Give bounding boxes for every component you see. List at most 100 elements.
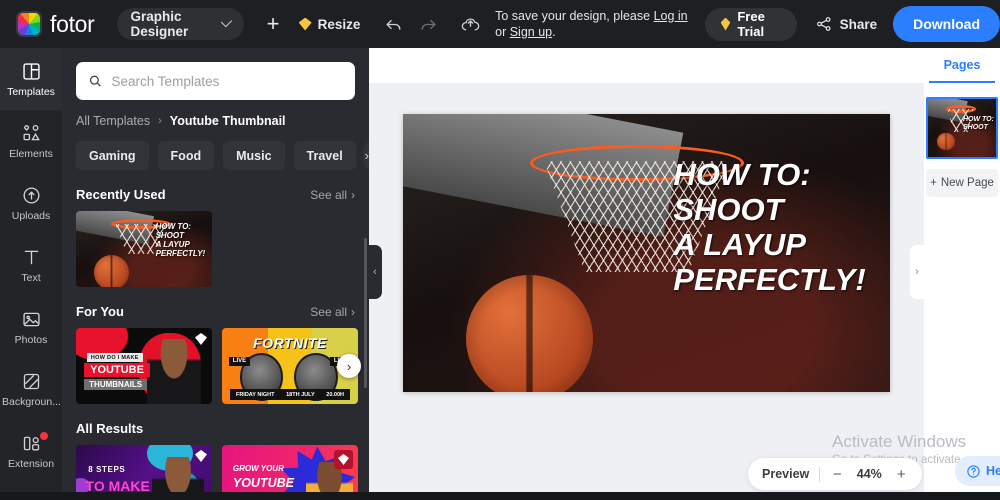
panel-scrollbar[interactable] [364,238,367,388]
design-line-2: SHOOT [673,192,784,228]
section-header-for-you: For You See all › [76,304,355,319]
signup-link[interactable]: Sign up [510,25,552,39]
free-trial-label: Free Trial [737,9,765,39]
help-circle-icon [967,464,980,478]
fotor-wordmark: fotor [50,10,95,37]
collapse-right-panel-button[interactable]: › [910,245,924,299]
design-line-1: HOW TO: [673,157,811,193]
preview-button[interactable]: Preview [762,467,809,481]
sidebar-item-text[interactable]: Text [0,234,62,296]
pages-panel: Pages HOW TO: SHOOT + New Page [924,48,1000,500]
section-header-all-results: All Results [76,421,355,436]
canvas-top-strip [369,48,1000,83]
page-thumbnail-text: HOW TO: SHOOT [962,116,994,132]
sidebar-item-photos[interactable]: Photos [0,296,62,358]
save-notice-mid: or [495,25,510,39]
background-icon [21,370,42,392]
redo-icon [421,19,436,30]
design-line-4: PERFECTLY! [673,261,866,297]
chip-gaming[interactable]: Gaming [76,141,149,170]
share-icon [816,17,831,31]
shapes-icon [21,122,42,144]
section-title-all-results: All Results [76,421,144,436]
sidebar-item-elements[interactable]: Elements [0,110,62,172]
template-card-layup-text: HOW TO: SHOOT A LAYUP PERFECTLY! [155,222,206,259]
for-you-next-arrow-icon[interactable]: › [337,354,361,378]
chevron-right-icon: › [158,115,162,127]
sidebar-label-photos: Photos [14,334,48,346]
divider [819,466,821,482]
resize-button[interactable]: Resize [298,4,360,44]
upload-cloud-icon [21,184,42,206]
zoom-level-value: 44% [856,467,882,481]
search-templates-box[interactable] [76,62,355,100]
sidebar-item-templates[interactable]: Templates [0,48,62,110]
template-card-youtube-thumbnails[interactable]: HOW DO I MAKE YOUTUBE THUMBNAILS [76,328,212,404]
plus-icon: + [266,11,280,36]
card-footer: FRIDAY NIGHT 18TH JULY 20.00H [230,389,350,401]
live-badge-left: LIVE [228,356,251,366]
sidebar-label-elements: Elements [9,148,53,160]
top-toolbar: fotor Graphic Designer + Resize To save … [0,0,1000,48]
template-card-layup[interactable]: HOW TO: SHOOT A LAYUP PERFECTLY! [76,211,212,287]
redo-button[interactable] [418,4,440,44]
login-link[interactable]: Log in [654,9,688,23]
premium-diamond-icon [334,450,353,469]
undo-button[interactable] [382,4,404,44]
save-notice-suffix: . [552,25,556,39]
download-label: Download [913,16,980,32]
page-thumbnail-1[interactable]: HOW TO: SHOOT [926,97,998,159]
help-button[interactable]: Help [955,456,1000,486]
breadcrumb-current: Youtube Thumbnail [169,114,286,128]
chip-travel[interactable]: Travel [293,141,356,170]
mode-selector[interactable]: Graphic Designer [116,8,244,40]
fotor-logo[interactable]: fotor [16,11,95,38]
undo-icon [386,19,401,30]
save-design-notice: To save your design, please Log in or Si… [495,8,693,40]
see-all-label: See all [310,187,347,202]
sidebar-label-background: Backgroun... [2,396,60,408]
chip-food[interactable]: Food [157,141,215,170]
free-trial-button[interactable]: Free Trial [704,7,797,41]
see-all-for-you[interactable]: See all › [310,305,355,319]
tab-pages[interactable]: Pages [929,48,995,83]
chip-music[interactable]: Music [223,141,285,170]
templates-panel: All Templates › Youtube Thumbnail Gaming… [62,48,369,500]
card-line-1: GROW YOUR [232,464,284,473]
see-all-recently-used[interactable]: See all › [310,188,355,202]
for-you-row: HOW DO I MAKE YOUTUBE THUMBNAILS FORTNIT… [76,328,369,404]
card-line-2: YOUTUBE [84,362,150,377]
sidebar-label-uploads: Uploads [11,210,51,222]
breadcrumb: All Templates › Youtube Thumbnail [76,114,355,128]
search-input[interactable] [111,73,343,89]
sidebar-item-uploads[interactable]: Uploads [0,172,62,234]
share-button[interactable]: Share [815,15,878,33]
sidebar-label-extension: Extension [7,458,55,470]
search-icon [89,75,101,87]
sidebar-item-extension[interactable]: Extension [0,420,62,482]
save-notice-prefix: To save your design, please [495,9,654,23]
sidebar-label-templates: Templates [7,86,55,98]
add-page-button[interactable]: + [262,4,285,44]
zoom-in-button[interactable]: + [894,466,908,483]
share-label: Share [839,16,878,32]
card-title: FORTNITE [253,334,327,351]
chips-next-arrow-icon[interactable]: › [362,148,369,163]
design-artboard[interactable]: HOW TO: SHOOT A LAYUP PERFECTLY! [403,114,890,392]
chevron-down-icon [220,15,232,27]
zoom-out-button[interactable]: − [830,466,844,483]
download-button[interactable]: Download [893,6,1000,42]
premium-diamond-icon [298,17,312,31]
breadcrumb-all-templates[interactable]: All Templates [76,114,150,128]
sidebar-item-background[interactable]: Backgroun... [0,358,62,420]
card-line-2: YOUTUBE [232,476,294,491]
sidebar-label-text: Text [21,272,41,284]
section-header-recently-used: Recently Used See all › [76,187,355,202]
notification-dot-icon [40,432,48,440]
cloud-save-button[interactable] [460,4,482,44]
premium-diamond-icon [720,17,731,31]
new-page-button[interactable]: + New Page [926,169,998,197]
design-headline-text[interactable]: HOW TO: SHOOT A LAYUP PERFECTLY! [673,158,865,297]
window-bottom-strip [0,492,1000,500]
collapse-left-panel-button[interactable]: ‹ [368,245,382,299]
